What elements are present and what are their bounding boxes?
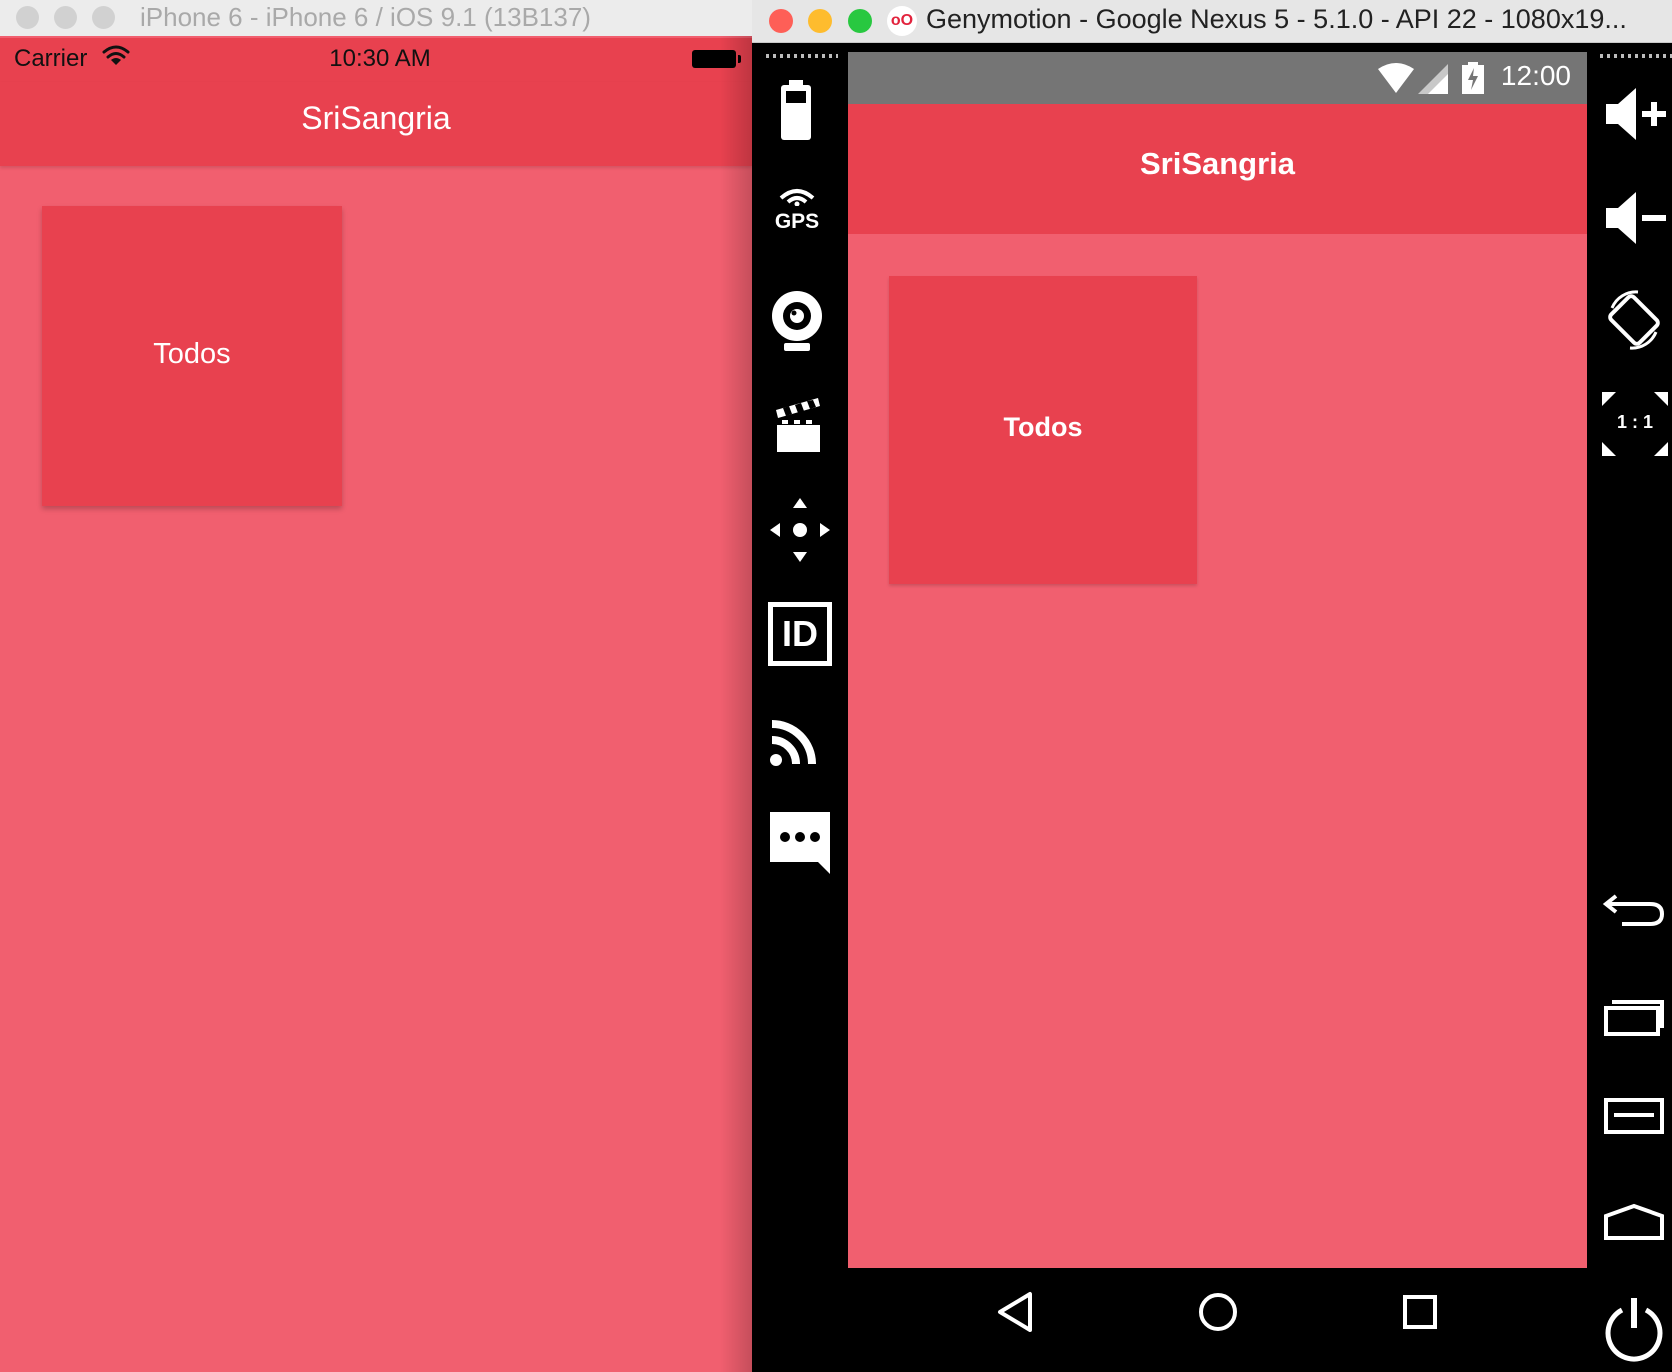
recent-apps-icon[interactable] [1602,994,1666,1038]
todos-tile[interactable]: Todos [889,276,1197,584]
android-navigation-bar [848,1268,1587,1372]
battery-charging-icon [1462,62,1484,94]
cell-signal-icon [1418,64,1448,94]
app-title: SriSangria [301,100,451,136]
left-toolbar-grip[interactable] [766,54,838,58]
back-icon[interactable] [996,1290,1036,1334]
webcam-icon[interactable] [770,290,824,352]
recents-icon[interactable] [1400,1290,1440,1334]
scale-icon[interactable]: 1 : 1 [1600,390,1670,458]
window-title: iPhone 6 - iPhone 6 / iOS 9.1 (13B137) [140,2,591,32]
window-title: Genymotion - Google Nexus 5 - 5.1.0 - AP… [926,4,1627,34]
rotate-icon[interactable] [1602,288,1666,352]
ios-navigation-bar: SriSangria [0,82,752,166]
tile-label: Todos [153,338,231,370]
app-title: SriSangria [1139,146,1296,181]
dpad-icon[interactable] [770,498,830,562]
genymotion-window: oO Genymotion - Google Nexus 5 - 5.1.0 -… [752,0,1672,1372]
back-icon[interactable] [1602,890,1666,930]
volume-up-icon[interactable] [1604,86,1668,142]
tile-label: Todos [1003,412,1083,442]
gps-label: GPS [774,210,820,233]
gps-signal-icon [779,189,815,207]
right-toolbar-grip[interactable] [1600,54,1672,58]
sms-icon[interactable] [768,810,832,874]
window-edge-shadow [720,36,752,1372]
home-icon[interactable] [1196,1290,1240,1334]
close-button[interactable] [16,6,39,29]
status-time: 12:00 [1500,60,1571,91]
minimize-button[interactable] [54,6,77,29]
minimize-button[interactable] [808,9,832,33]
ios-status-bar: Carrier 10:30 AM [0,38,752,82]
ios-simulator-window: iPhone 6 - iPhone 6 / iOS 9.1 (13B137) C… [0,0,752,1372]
todos-tile[interactable]: Todos [42,206,342,506]
wifi-icon [1378,63,1414,93]
genymotion-logo: oO [887,6,917,36]
genymotion-titlebar[interactable]: oO Genymotion - Google Nexus 5 - 5.1.0 -… [752,0,1672,43]
menu-icon[interactable] [1602,1096,1666,1136]
device-id-icon[interactable]: ID [768,602,832,666]
zoom-button[interactable] [848,9,872,33]
status-time: 10:30 AM [329,45,431,72]
zoom-button[interactable] [92,6,115,29]
home-icon[interactable] [1602,1202,1666,1242]
scale-label: 1 : 1 [1616,412,1654,432]
battery-icon[interactable] [778,80,814,140]
network-icon[interactable] [770,710,826,766]
power-icon[interactable] [1602,1296,1666,1366]
gps-icon[interactable]: GPS [764,188,830,233]
ios-window-titlebar[interactable]: iPhone 6 - iPhone 6 / iOS 9.1 (13B137) [0,0,752,36]
id-label: ID [782,613,818,654]
close-button[interactable] [769,9,793,33]
android-screen: 12:00 SriSangria Todos [848,52,1587,1268]
volume-down-icon[interactable] [1604,190,1668,246]
capture-icon[interactable] [774,392,822,454]
android-status-bar: 12:00 [848,52,1587,104]
android-app-bar: SriSangria [848,104,1587,234]
